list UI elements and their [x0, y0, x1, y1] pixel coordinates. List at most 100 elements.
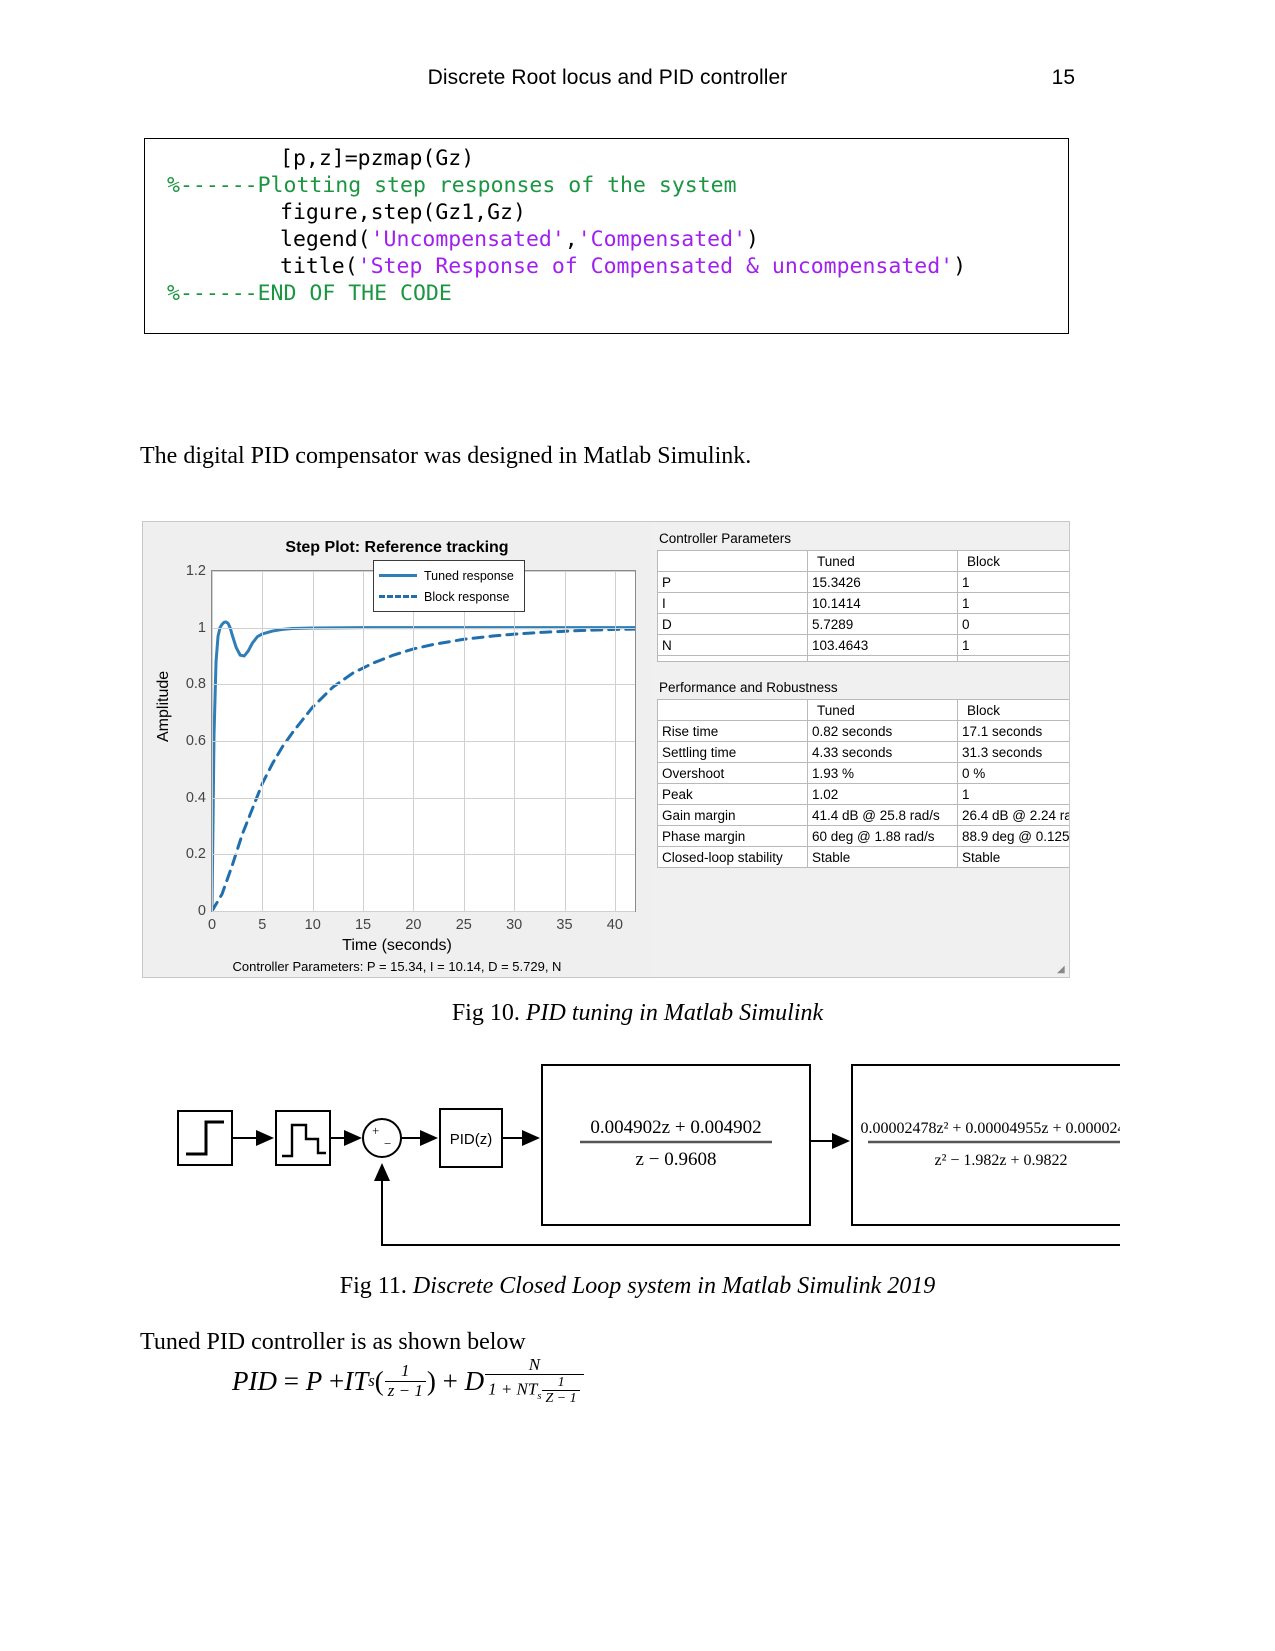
cell-name: I	[657, 592, 808, 614]
page-header: Discrete Root locus and PID controller 1…	[140, 66, 1075, 96]
pid-equation: PID = P + I Ts ( 1 z − 1 ) + D N 1 + NTs…	[232, 1355, 585, 1407]
equation-derivative-fraction: N 1 + NTs 1 Z − 1	[485, 1355, 584, 1407]
x-tick-label: 0	[207, 917, 217, 933]
cell-name: Peak	[657, 783, 808, 805]
table-header-row: Tuned Block	[657, 550, 1069, 572]
chart-xlabel: Time (seconds)	[342, 937, 452, 954]
running-title: Discrete Root locus and PID controller	[427, 66, 788, 89]
figure-10-caption-text: PID tuning in Matlab Simulink	[525, 1000, 824, 1026]
cell-tuned: 10.1414	[807, 592, 958, 614]
cell-name: D	[657, 613, 808, 635]
column-header: Block	[957, 699, 1069, 721]
x-tick-label: 10	[304, 917, 321, 933]
equation-d-den-sub: s	[537, 1391, 542, 1403]
figure-10-pid-tuner: Step Plot: Reference tracking Amplitude …	[142, 521, 1070, 978]
equation-d-frac-numerator: N	[528, 1355, 541, 1374]
legend-entry: Block response	[379, 586, 519, 607]
cell-tuned: 1.93 %	[807, 762, 958, 784]
gridline-horizontal	[212, 741, 635, 742]
code-line: figure,step(Gz1,Gz)	[145, 199, 1068, 226]
code-line: title('Step Response of Compensated & un…	[145, 253, 1068, 280]
zero-order-hold-block	[275, 1110, 331, 1166]
cell-name: Overshoot	[657, 762, 808, 784]
figure-10-caption-prefix: Fig 10.	[451, 1000, 520, 1026]
code-token: ,	[564, 227, 578, 252]
parameters-panel: Controller Parameters Tuned Block P 15.3426…	[653, 522, 1069, 977]
y-tick-label: 0.4	[185, 789, 206, 806]
figure-11-block-diagram: + − PID(z) 0.004902z + 0.004902 z − 0.96…	[160, 1053, 1120, 1263]
table-row[interactable]: Settling time 4.33 seconds 31.3 seconds	[657, 741, 1069, 763]
cell-block: 31.3 seconds	[957, 741, 1069, 763]
gridline-horizontal	[212, 854, 635, 856]
column-header: Tuned	[807, 550, 958, 572]
y-tick-label: 0.2	[185, 846, 206, 863]
code-token: [p,z]=pzmap(Gz)	[280, 146, 475, 171]
chart-title: Step Plot: Reference tracking	[285, 539, 509, 556]
table-row[interactable]	[657, 655, 1069, 662]
step-source-block	[177, 1110, 233, 1166]
code-token: )	[953, 254, 967, 279]
cell-block: 0 %	[957, 762, 1069, 784]
table-row[interactable]: Closed-loop stability Stable Stable	[657, 846, 1069, 868]
pid-controller-block: PID(z)	[439, 1108, 503, 1168]
cell-tuned	[807, 655, 958, 662]
cell-name: Closed-loop stability	[657, 846, 808, 868]
table-row[interactable]: I 10.1414 1	[657, 592, 1069, 614]
table-row[interactable]: Peak 1.02 1	[657, 783, 1069, 805]
cell-block: 1	[957, 783, 1069, 805]
code-line: %------END OF THE CODE	[145, 280, 1068, 307]
y-tick-label: 1	[197, 619, 206, 636]
performance-robustness-table: Tuned Block Rise time 0.82 seconds 17.1 seco…	[657, 699, 1069, 868]
equation-i-frac-denominator: z − 1	[384, 1380, 426, 1400]
paragraph-simulink-intro: The digital PID compensator was designed…	[140, 443, 752, 469]
x-tick-label: 30	[506, 917, 523, 933]
table-row[interactable]: Rise time 0.82 seconds 17.1 seconds	[657, 720, 1069, 742]
table-row[interactable]: N 103.4643 1	[657, 634, 1069, 656]
equation-i-frac-numerator: 1	[401, 1361, 410, 1381]
cell-name: P	[657, 571, 808, 593]
tf2-denominator: z² − 1.982z + 0.9822	[934, 1152, 1067, 1169]
figure-11-caption-text: Discrete Closed Loop system in Matlab Si…	[412, 1273, 936, 1299]
tf2-numerator: 0.00002478z² + 0.00004955z + 0.00002478	[860, 1120, 1120, 1137]
table-row[interactable]: P 15.3426 1	[657, 571, 1069, 593]
code-token: legend(	[280, 227, 371, 252]
transfer-function-1-block: 0.004902z + 0.004902 z − 0.9608	[541, 1064, 811, 1226]
code-token: %------END OF THE CODE	[167, 281, 452, 306]
x-tick-label: 40	[606, 917, 623, 933]
controller-parameters-label: Controller Parameters	[653, 522, 1069, 549]
code-line: [p,z]=pzmap(Gz)	[145, 145, 1068, 172]
cell-tuned: 15.3426	[807, 571, 958, 593]
figure-11-caption: Fig 11. Discrete Closed Loop system in M…	[0, 1273, 1275, 1300]
cell-block: 1	[957, 634, 1069, 656]
legend-label: Tuned response	[424, 568, 514, 583]
table-row[interactable]: D 5.7289 0	[657, 613, 1069, 635]
y-tick-label: 0.8	[185, 676, 206, 693]
x-tick-label: 20	[405, 917, 422, 933]
resize-grip-icon[interactable]: ◢	[1057, 964, 1068, 975]
code-token: 'Step Response of Compensated & uncompen…	[357, 254, 954, 279]
series-tuned-response	[210, 620, 637, 913]
cell-block: Stable	[957, 846, 1069, 868]
equation-d-frac-denominator: 1 + NTs 1 Z − 1	[485, 1374, 584, 1406]
cell-tuned: Stable	[807, 846, 958, 868]
matlab-code-block: [p,z]=pzmap(Gz) %------Plotting step resp…	[144, 138, 1069, 334]
cell-tuned: 0.82 seconds	[807, 720, 958, 742]
cell-name: Phase margin	[657, 825, 808, 847]
code-token: figure,step(Gz1,Gz)	[280, 200, 526, 225]
table-row[interactable]: Overshoot 1.93 % 0 %	[657, 762, 1069, 784]
equation-d-inner-fraction: 1 Z − 1	[542, 1375, 580, 1406]
equation-p-term: P	[305, 1365, 323, 1396]
equation-d-inner-numerator: 1	[557, 1375, 565, 1391]
x-tick-label: 15	[354, 917, 372, 933]
chart-ylabel: Amplitude	[155, 670, 172, 742]
block-diagram-canvas: + − PID(z) 0.004902z + 0.004902 z − 0.96…	[177, 1064, 1120, 1246]
code-token: 'Compensated'	[577, 227, 747, 252]
equation-d-den-prefix: 1 + NT	[488, 1379, 538, 1399]
table-row[interactable]: Phase margin 60 deg @ 1.88 rad/s 88.9 deg …	[657, 825, 1069, 847]
sum-plus-sign: +	[372, 1123, 379, 1138]
legend-swatch-solid	[379, 574, 417, 577]
legend-swatch-dashed	[379, 595, 417, 598]
equation-integral-fraction: 1 z − 1	[384, 1361, 426, 1400]
table-row[interactable]: Gain margin 41.4 dB @ 25.8 rad/s 26.4 dB @…	[657, 804, 1069, 826]
cell-block: 1	[957, 571, 1069, 593]
